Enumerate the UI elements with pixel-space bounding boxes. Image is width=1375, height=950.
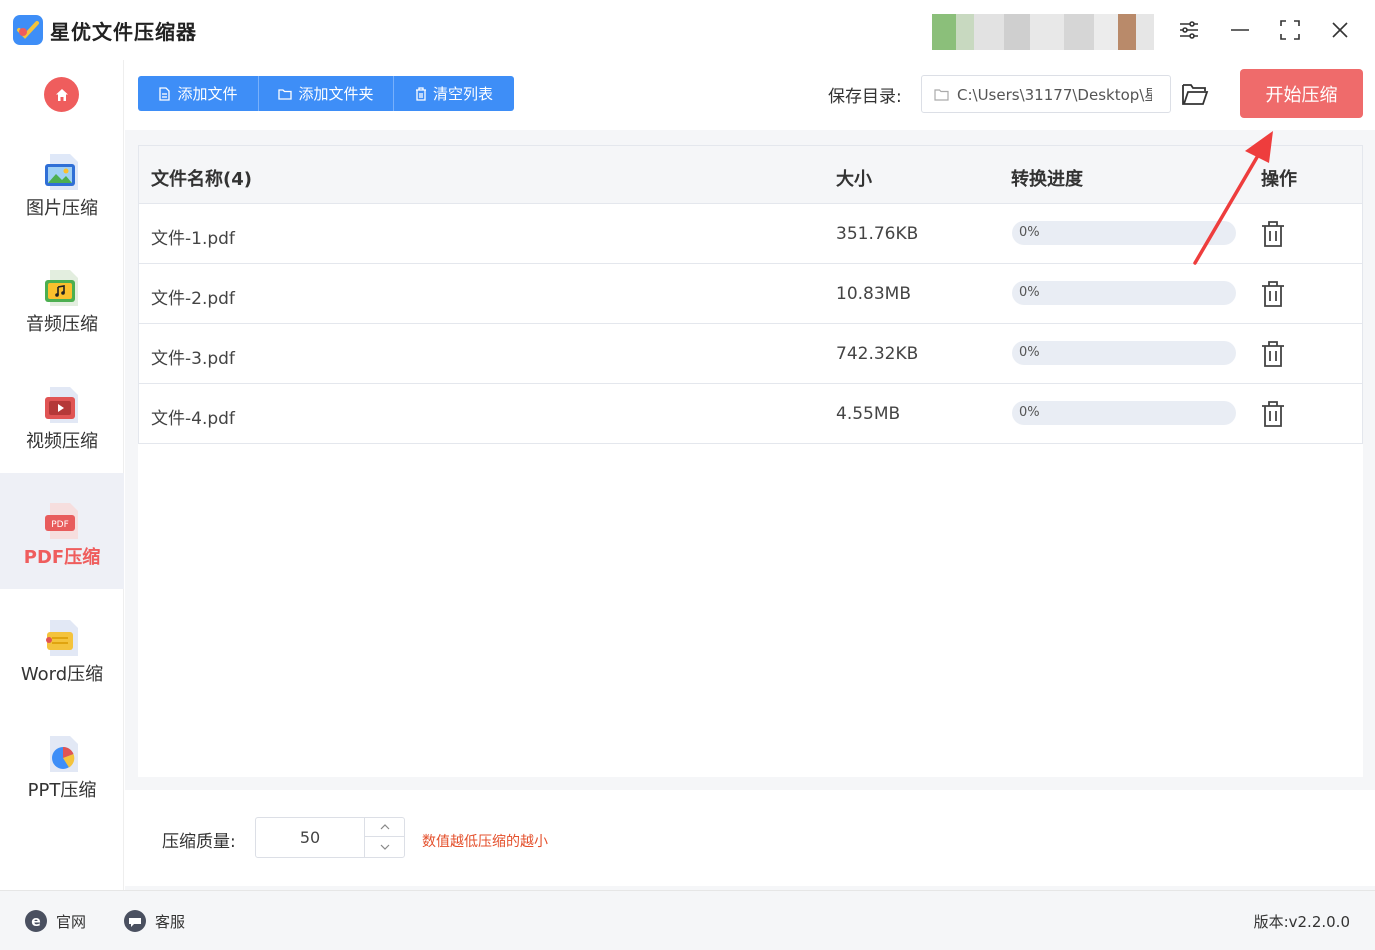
quality-panel: 压缩质量: 50 数值越低压缩的越小 bbox=[125, 790, 1375, 886]
progress-bar: 0% bbox=[1012, 401, 1236, 425]
ppt-icon bbox=[42, 734, 82, 774]
delete-icon[interactable] bbox=[1260, 400, 1286, 428]
progress-bar: 0% bbox=[1012, 341, 1236, 365]
close-icon[interactable] bbox=[1326, 16, 1354, 44]
column-header-progress: 转换进度 bbox=[1011, 169, 1083, 190]
sidebar-item-image[interactable]: 图片压缩 bbox=[0, 124, 124, 240]
save-directory-label: 保存目录: bbox=[828, 87, 902, 107]
app-logo-icon bbox=[13, 15, 43, 45]
delete-icon[interactable] bbox=[1260, 340, 1286, 368]
sidebar-item-audio[interactable]: 音频压缩 bbox=[0, 240, 124, 356]
annotation-arrow bbox=[1193, 131, 1273, 265]
minimize-icon[interactable] bbox=[1226, 16, 1254, 44]
toolbar: 添加文件 添加文件夹 清空列表 保存目录: C:\Users\31177\Des… bbox=[125, 60, 1375, 130]
save-directory-path: C:\Users\31177\Desktop\星 bbox=[957, 85, 1152, 104]
word-icon bbox=[42, 618, 82, 658]
file-size: 10.83MB bbox=[836, 284, 911, 304]
folder-icon bbox=[934, 88, 949, 101]
svg-text:e: e bbox=[31, 914, 41, 930]
delete-icon[interactable] bbox=[1260, 280, 1286, 308]
music-icon bbox=[42, 268, 82, 308]
progress-text: 0% bbox=[1019, 285, 1040, 300]
table-header: 文件名称(4) 大小 转换进度 操作 bbox=[138, 145, 1363, 204]
video-icon bbox=[42, 385, 82, 425]
sidebar-item-pdf[interactable]: PDF PDF压缩 bbox=[0, 473, 124, 589]
sidebar-item-ppt[interactable]: PPT压缩 bbox=[0, 706, 124, 822]
file-name: 文件-1.pdf bbox=[151, 229, 235, 249]
stepper-controls bbox=[364, 818, 405, 857]
column-header-name: 文件名称(4) bbox=[151, 169, 252, 190]
progress-text: 0% bbox=[1019, 225, 1040, 240]
clear-list-button[interactable]: 清空列表 bbox=[394, 76, 514, 111]
quality-label: 压缩质量: bbox=[162, 832, 236, 852]
sidebar-item-label: 视频压缩 bbox=[26, 431, 98, 452]
file-icon bbox=[159, 86, 171, 101]
support-label: 客服 bbox=[155, 912, 186, 931]
trash-icon bbox=[415, 86, 426, 101]
sidebar: 图片压缩 音频压缩 视频压缩 PDF PDF压缩 Word压缩 PPT压缩 bbox=[0, 60, 124, 890]
sidebar-item-word[interactable]: Word压缩 bbox=[0, 590, 124, 706]
file-name: 文件-2.pdf bbox=[151, 289, 235, 309]
save-directory-field[interactable]: C:\Users\31177\Desktop\星 bbox=[921, 75, 1171, 113]
sidebar-item-label: 音频压缩 bbox=[26, 314, 98, 335]
svg-text:PDF: PDF bbox=[51, 520, 69, 530]
progress-text: 0% bbox=[1019, 345, 1040, 360]
quality-stepper[interactable]: 50 bbox=[255, 817, 405, 858]
home-icon bbox=[55, 88, 68, 101]
title-bar: 星优文件压缩器 bbox=[0, 0, 1375, 60]
website-link[interactable]: e 官网 bbox=[24, 909, 86, 933]
image-icon bbox=[42, 152, 82, 192]
decrement-button[interactable] bbox=[365, 837, 405, 856]
pdf-icon: PDF bbox=[42, 501, 82, 541]
sidebar-item-label: Word压缩 bbox=[20, 664, 104, 685]
progress-bar: 0% bbox=[1012, 281, 1236, 305]
version-text: 版本:v2.2.0.0 bbox=[1253, 913, 1350, 931]
file-size: 742.32KB bbox=[836, 344, 919, 364]
file-name: 文件-4.pdf bbox=[151, 409, 235, 429]
file-size: 4.55MB bbox=[836, 404, 901, 424]
browser-icon: e bbox=[25, 910, 47, 932]
sidebar-item-label: 图片压缩 bbox=[26, 198, 98, 219]
open-folder-icon[interactable] bbox=[1181, 81, 1209, 107]
file-name: 文件-3.pdf bbox=[151, 349, 235, 369]
app-title: 星优文件压缩器 bbox=[50, 20, 197, 44]
quality-hint: 数值越低压缩的越小 bbox=[422, 834, 548, 850]
file-size: 351.76KB bbox=[836, 224, 919, 244]
clear-list-label: 清空列表 bbox=[432, 85, 493, 103]
add-folder-label: 添加文件夹 bbox=[298, 85, 374, 103]
home-button[interactable] bbox=[44, 77, 79, 112]
chevron-down-icon bbox=[380, 844, 390, 850]
sidebar-item-video[interactable]: 视频压缩 bbox=[0, 357, 124, 473]
table-row: 文件-3.pdf 742.32KB 0% bbox=[138, 324, 1363, 384]
table-row: 文件-4.pdf 4.55MB 0% bbox=[138, 384, 1363, 444]
add-file-button[interactable]: 添加文件 bbox=[138, 76, 259, 111]
sidebar-item-label: PDF压缩 bbox=[23, 547, 101, 568]
avatar[interactable] bbox=[932, 14, 1154, 50]
file-table: 文件名称(4) 大小 转换进度 操作 文件-1.pdf 351.76KB 0% … bbox=[138, 145, 1363, 777]
table-row: 文件-2.pdf 10.83MB 0% bbox=[138, 264, 1363, 324]
support-link[interactable]: 客服 bbox=[123, 909, 185, 933]
column-header-size: 大小 bbox=[836, 169, 872, 190]
sidebar-item-label: PPT压缩 bbox=[27, 780, 97, 801]
start-compress-button[interactable]: 开始压缩 bbox=[1240, 69, 1363, 118]
maximize-icon[interactable] bbox=[1276, 16, 1304, 44]
chat-icon bbox=[124, 910, 146, 932]
folder-icon bbox=[278, 88, 293, 100]
increment-button[interactable] bbox=[365, 818, 405, 837]
website-label: 官网 bbox=[56, 912, 87, 931]
toolbar-button-group: 添加文件 添加文件夹 清空列表 bbox=[138, 76, 514, 111]
quality-value[interactable]: 50 bbox=[256, 818, 364, 857]
add-folder-button[interactable]: 添加文件夹 bbox=[259, 76, 394, 111]
settings-icon[interactable] bbox=[1175, 16, 1203, 44]
footer: e 官网 客服 版本:v2.2.0.0 bbox=[0, 890, 1375, 950]
progress-text: 0% bbox=[1019, 405, 1040, 420]
add-file-label: 添加文件 bbox=[177, 85, 238, 103]
chevron-up-icon bbox=[380, 824, 390, 830]
table-row: 文件-1.pdf 351.76KB 0% bbox=[138, 204, 1363, 264]
